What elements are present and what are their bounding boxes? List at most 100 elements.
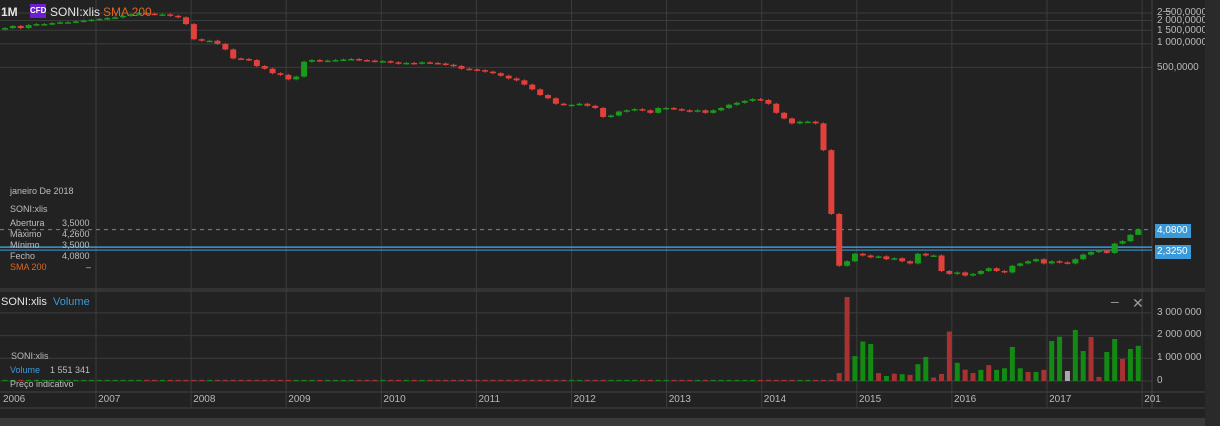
volume-bar — [600, 379, 606, 381]
candle-body — [277, 73, 284, 75]
info-sma-label: SMA 200 — [10, 262, 47, 272]
price-axis-label: 1 500,0000 — [1157, 25, 1208, 36]
volume-bar — [805, 379, 811, 381]
volume-bar — [584, 379, 590, 381]
volume-bar — [939, 373, 945, 381]
minimize-volume-panel-button[interactable]: – — [1111, 293, 1119, 309]
candle-body — [529, 84, 536, 90]
volume-bar — [285, 379, 291, 381]
candle-body — [41, 24, 48, 26]
volume-bar — [152, 379, 158, 381]
candle-body — [183, 17, 190, 25]
candle-body — [88, 19, 95, 22]
candle-body — [930, 255, 937, 257]
volume-info-label: Volume — [10, 365, 41, 375]
volume-bar — [270, 379, 276, 381]
volume-bar — [277, 379, 283, 381]
candle-body — [151, 13, 158, 16]
volume-bar — [608, 379, 614, 381]
candle-body — [615, 111, 622, 116]
candle-body — [293, 76, 300, 80]
candle-body — [1032, 259, 1039, 262]
volume-bar — [639, 379, 645, 381]
candle-body — [962, 272, 969, 276]
candle-body — [954, 272, 961, 274]
candle-body — [812, 121, 819, 124]
candle-body — [395, 62, 402, 64]
cfd-badge: CFD — [30, 4, 46, 18]
time-axis-label: 2009 — [288, 394, 311, 405]
volume-bar — [1072, 329, 1078, 381]
volume-bar — [419, 379, 425, 381]
volume-bar — [388, 379, 394, 381]
candle-body — [922, 253, 929, 256]
candle-body — [733, 102, 740, 105]
horizontal-line-tag[interactable]: 2,3250 — [1155, 245, 1191, 259]
candle-body — [17, 26, 24, 29]
candle-body — [781, 112, 788, 119]
candle-body — [253, 60, 260, 67]
candle-body — [1025, 261, 1032, 264]
volume-title[interactable]: Volume — [53, 296, 90, 308]
chart-canvas[interactable] — [0, 0, 1205, 418]
volume-bar — [380, 379, 386, 381]
vertical-scrollbar[interactable] — [1205, 0, 1220, 426]
info-close-value: 4,0800 — [62, 251, 90, 261]
candle-body — [301, 61, 308, 77]
volume-bar — [128, 379, 134, 381]
candle-body — [214, 40, 221, 44]
volume-bar — [632, 379, 638, 381]
volume-bar — [1096, 376, 1102, 381]
volume-bar — [773, 379, 779, 381]
candle-body — [72, 21, 79, 23]
candle-body — [859, 253, 866, 256]
candle-body — [804, 121, 811, 124]
candle-body — [639, 109, 646, 111]
candle-body — [789, 118, 795, 124]
volume-bar — [1017, 368, 1023, 381]
candle-body — [568, 104, 575, 107]
volume-bar — [183, 379, 189, 381]
volume-bar — [962, 369, 968, 381]
candle-body — [1111, 243, 1118, 253]
time-axis-label: 2014 — [763, 394, 787, 405]
volume-bar — [954, 362, 960, 381]
volume-bar — [514, 379, 520, 381]
candle-body — [426, 62, 433, 64]
candle-body — [757, 99, 764, 101]
candle-body — [49, 23, 56, 25]
candle-body — [222, 43, 229, 50]
volume-bar — [506, 379, 512, 381]
sma-label[interactable]: SMA 200 — [103, 5, 152, 19]
candle-body — [1103, 250, 1110, 253]
volume-bar — [207, 379, 213, 381]
volume-bar — [765, 379, 771, 381]
candle-body — [450, 64, 457, 67]
volume-bar — [96, 379, 102, 381]
candle-body — [836, 213, 843, 266]
close-volume-panel-button[interactable]: ✕ — [1132, 295, 1144, 312]
volume-bar — [923, 356, 929, 381]
volume-bar — [246, 379, 252, 381]
info-symbol: SONI:xlis — [10, 204, 48, 214]
volume-bar — [1088, 336, 1094, 381]
horizontal-scrollbar[interactable] — [0, 418, 1205, 426]
candle-body — [269, 68, 276, 74]
period-label[interactable]: 1M — [1, 5, 18, 19]
volume-bar — [710, 379, 716, 381]
candle-body — [938, 255, 945, 271]
candle-body — [419, 62, 426, 64]
candle-body — [1088, 252, 1095, 255]
candle-body — [670, 107, 677, 110]
candle-body — [607, 115, 614, 118]
candle-body — [190, 24, 197, 40]
candle-body — [560, 103, 567, 106]
candle-body — [1064, 262, 1071, 264]
candle-body — [899, 258, 906, 262]
candle-body — [828, 150, 835, 214]
volume-axis-label: 0 — [1157, 375, 1163, 386]
price-axis-label: 1 000,0000 — [1157, 37, 1208, 48]
candle-body — [844, 261, 851, 266]
candle-body — [332, 60, 339, 62]
candle-body — [2, 28, 8, 30]
